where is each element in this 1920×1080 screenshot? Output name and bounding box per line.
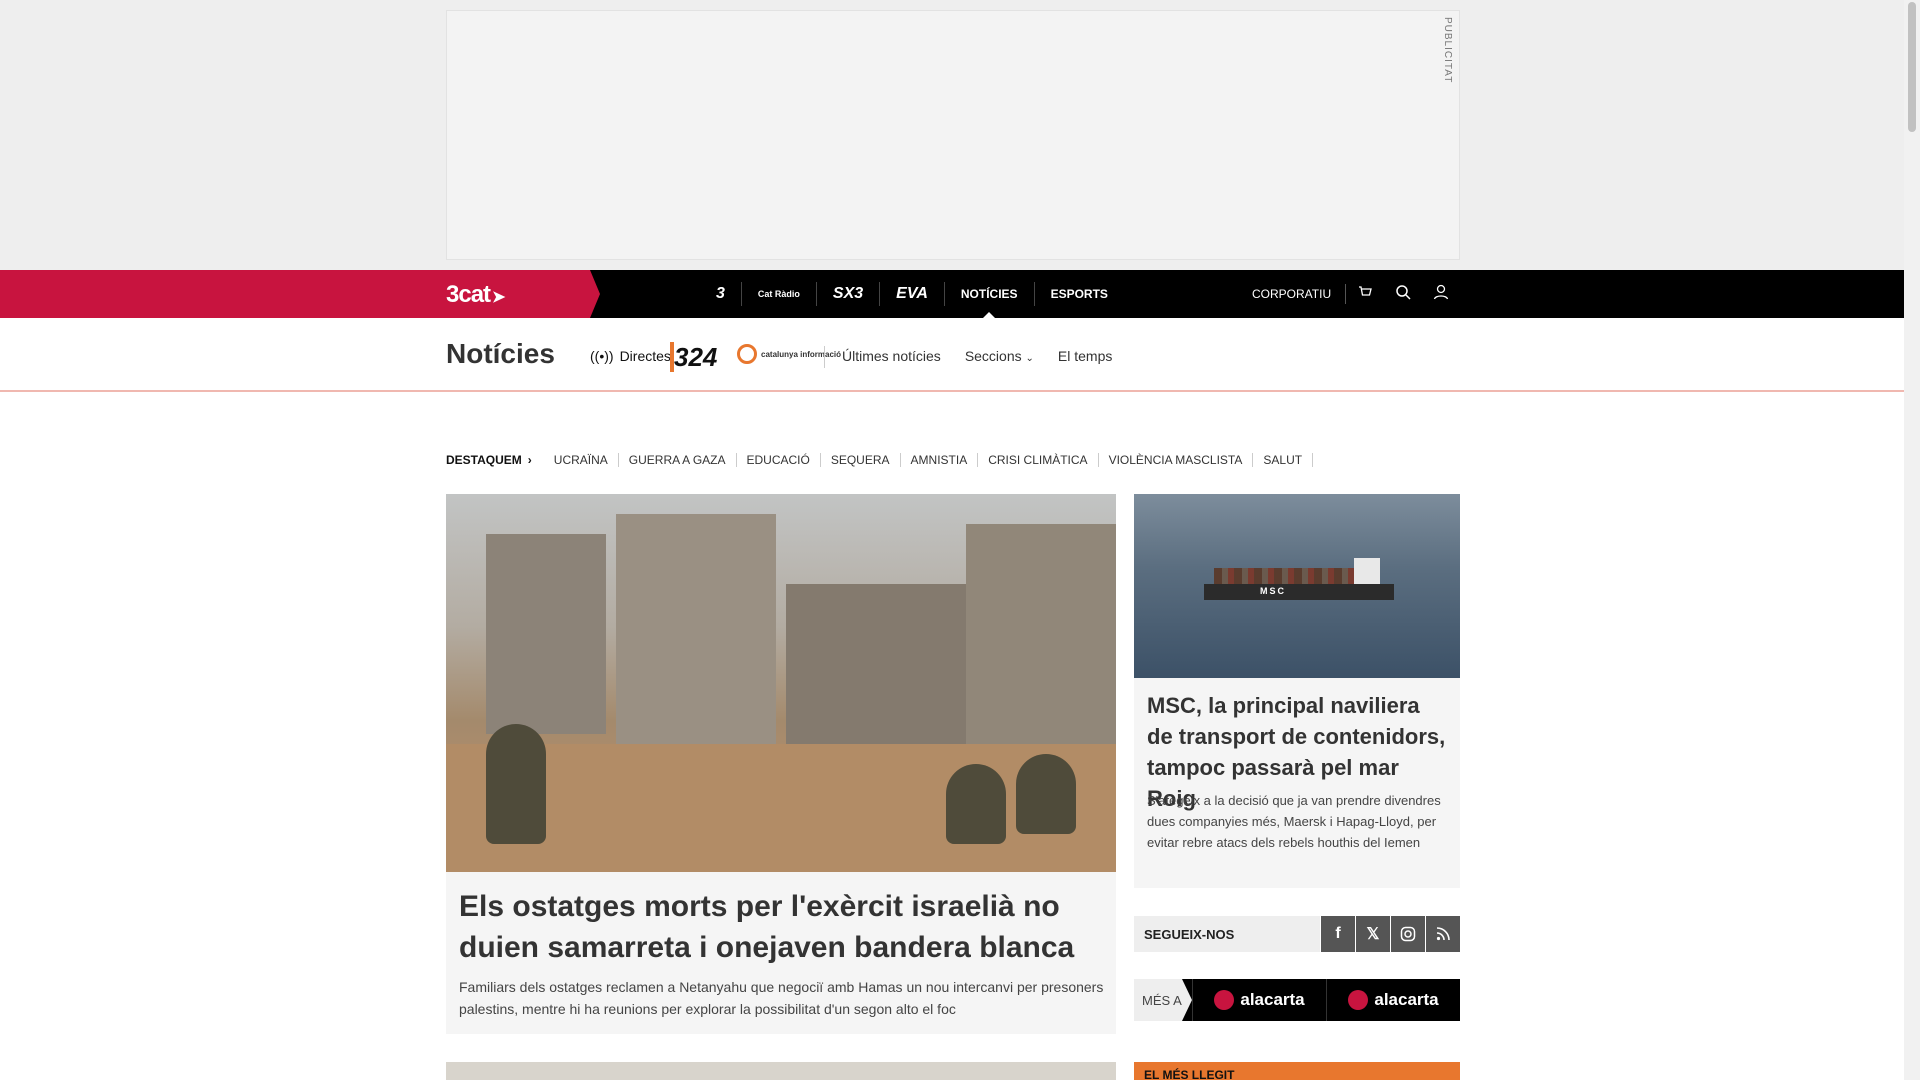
ci-circle-icon — [737, 344, 757, 364]
tag-amnistia[interactable]: AMNISTIA — [901, 453, 979, 467]
brand-logo[interactable]: 3cat ➤ — [446, 281, 505, 309]
instagram-icon[interactable] — [1391, 916, 1425, 952]
channel-sx3[interactable]: SX3 — [817, 282, 881, 306]
main-article-title[interactable]: Els ostatges morts per l'exèrcit israeli… — [459, 886, 1109, 968]
ad-label: PUBLICITAT — [1442, 17, 1453, 84]
rss-icon[interactable] — [1426, 916, 1460, 952]
ad-slot[interactable]: PUBLICITAT — [446, 10, 1460, 260]
nav-noticies[interactable]: NOTÍCIES — [945, 282, 1035, 318]
section-nav: Últimes notícies Seccions ⌄ El temps — [842, 348, 1112, 364]
nav-esports[interactable]: ESPORTS — [1035, 282, 1124, 306]
channel-tv3[interactable]: 3 — [700, 282, 742, 306]
logo-324-text: 324 — [674, 342, 718, 372]
tag-crisi-climatica[interactable]: CRISI CLIMÀTICA — [978, 453, 1099, 467]
side-article-card[interactable]: MSC MSC, la principal naviliera de trans… — [1134, 494, 1460, 888]
brand-block — [0, 270, 600, 318]
chevron-down-icon: ⌄ — [1025, 353, 1034, 364]
tag-ucraina[interactable]: UCRAÏNA — [544, 453, 619, 467]
cart-icon[interactable] — [1346, 284, 1384, 305]
section-header: Notícies ((•)) Directes 324 catalunya in… — [0, 318, 1904, 392]
corporatiu-link[interactable]: CORPORATIU — [1252, 284, 1347, 304]
live-radio-icon: ((•)) — [590, 348, 614, 364]
channel-catradio[interactable]: Cat Ràdio — [742, 282, 817, 306]
trending-lead-label: DESTAQUEM — [446, 453, 522, 467]
facebook-icon[interactable]: f — [1321, 916, 1355, 952]
main-article-summary: Familiars dels ostatges reclamen a Netan… — [459, 979, 1104, 1017]
tv3-logo-icon — [1214, 990, 1235, 1010]
page-title[interactable]: Notícies — [446, 338, 555, 370]
tag-salut[interactable]: SALUT — [1253, 453, 1314, 467]
tv3-alacarta-link[interactable]: alacarta — [1192, 979, 1326, 1021]
catradio-alacarta-link[interactable]: alacarta — [1326, 979, 1460, 1021]
alacarta-bar: MÉS A alacarta alacarta — [1134, 979, 1460, 1021]
scrollbar-thumb[interactable] — [1908, 2, 1916, 132]
logo-catalunya-informacio[interactable]: catalunya informació — [737, 344, 841, 364]
tag-guerra-gaza[interactable]: GUERRA A GAZA — [619, 453, 737, 467]
link-el-temps[interactable]: El temps — [1058, 348, 1112, 364]
image-building — [486, 534, 606, 734]
image-soldier — [486, 724, 546, 844]
section-divider — [824, 346, 825, 368]
catradio-logo-icon — [1348, 990, 1369, 1010]
brand-arrow-icon: ➤ — [492, 289, 505, 306]
user-icon[interactable] — [1422, 284, 1460, 305]
trending-bar: DESTAQUEM › UCRAÏNA GUERRA A GAZA EDUCACI… — [446, 453, 1314, 467]
channel-eva[interactable]: EVA — [880, 282, 945, 306]
chevron-right-icon: › — [527, 453, 532, 467]
image-ship-bridge — [1354, 558, 1380, 586]
top-navbar: 3cat ➤ 3 Cat Ràdio SX3 EVA NOTÍCIES ESPOR… — [0, 270, 1904, 318]
seccions-label: Seccions — [964, 348, 1022, 364]
follow-us-bar: SEGUEIX-NOS f 𝕏 — [1134, 916, 1460, 952]
image-ship-label: MSC — [1260, 586, 1286, 596]
ad-band: PUBLICITAT — [0, 0, 1904, 270]
vertical-scrollbar[interactable] — [1904, 0, 1920, 1080]
most-read-title: EL MÉS LLEGIT — [1144, 1068, 1235, 1080]
link-ultimes-noticies[interactable]: Últimes notícies — [842, 348, 941, 364]
tag-sequera[interactable]: SEQUERA — [821, 453, 901, 467]
directes-link[interactable]: ((•)) Directes — [590, 348, 671, 364]
most-read-header: EL MÉS LLEGIT — [1134, 1062, 1460, 1080]
logo-324[interactable]: 324 — [670, 342, 717, 373]
follow-us-label: SEGUEIX-NOS — [1134, 916, 1320, 952]
channel-list: 3 Cat Ràdio SX3 EVA NOTÍCIES ESPORTS — [700, 270, 1124, 318]
image-soldier — [1016, 754, 1076, 834]
side-article-image[interactable]: MSC — [1134, 494, 1460, 678]
ci-logo-text: catalunya informació — [761, 349, 842, 359]
trending-lead: DESTAQUEM › — [446, 453, 532, 467]
tag-educacio[interactable]: EDUCACIÓ — [737, 453, 821, 467]
tag-violencia-masclista[interactable]: VIOLÈNCIA MASCLISTA — [1099, 453, 1254, 467]
side-article-summary: S'afegeix a la decisió que ja van prendr… — [1147, 793, 1441, 850]
seccions-dropdown[interactable]: Seccions ⌄ — [965, 348, 1034, 364]
top-right-tools: CORPORATIU — [1252, 270, 1460, 318]
image-soldier — [946, 764, 1006, 844]
page: PUBLICITAT 3cat ➤ 3 Cat Ràdio SX3 EVA NOT… — [0, 0, 1904, 1080]
mes-a-label: MÉS A — [1134, 979, 1192, 1021]
catradio-alacarta-label: alacarta — [1374, 990, 1439, 1009]
search-icon[interactable] — [1384, 284, 1422, 305]
x-icon[interactable]: 𝕏 — [1356, 916, 1390, 952]
image-building — [616, 514, 776, 764]
image-building — [966, 524, 1116, 744]
image-building — [786, 584, 966, 754]
directes-label: Directes — [619, 348, 671, 364]
main-article-card[interactable]: Els ostatges morts per l'exèrcit israeli… — [446, 494, 1116, 1034]
brand-logo-text: 3cat — [446, 281, 491, 308]
tv3-alacarta-label: alacarta — [1240, 990, 1305, 1009]
main-article-image[interactable] — [446, 494, 1116, 872]
next-article-image[interactable] — [446, 1062, 1116, 1080]
image-ship-hull — [1204, 584, 1394, 600]
